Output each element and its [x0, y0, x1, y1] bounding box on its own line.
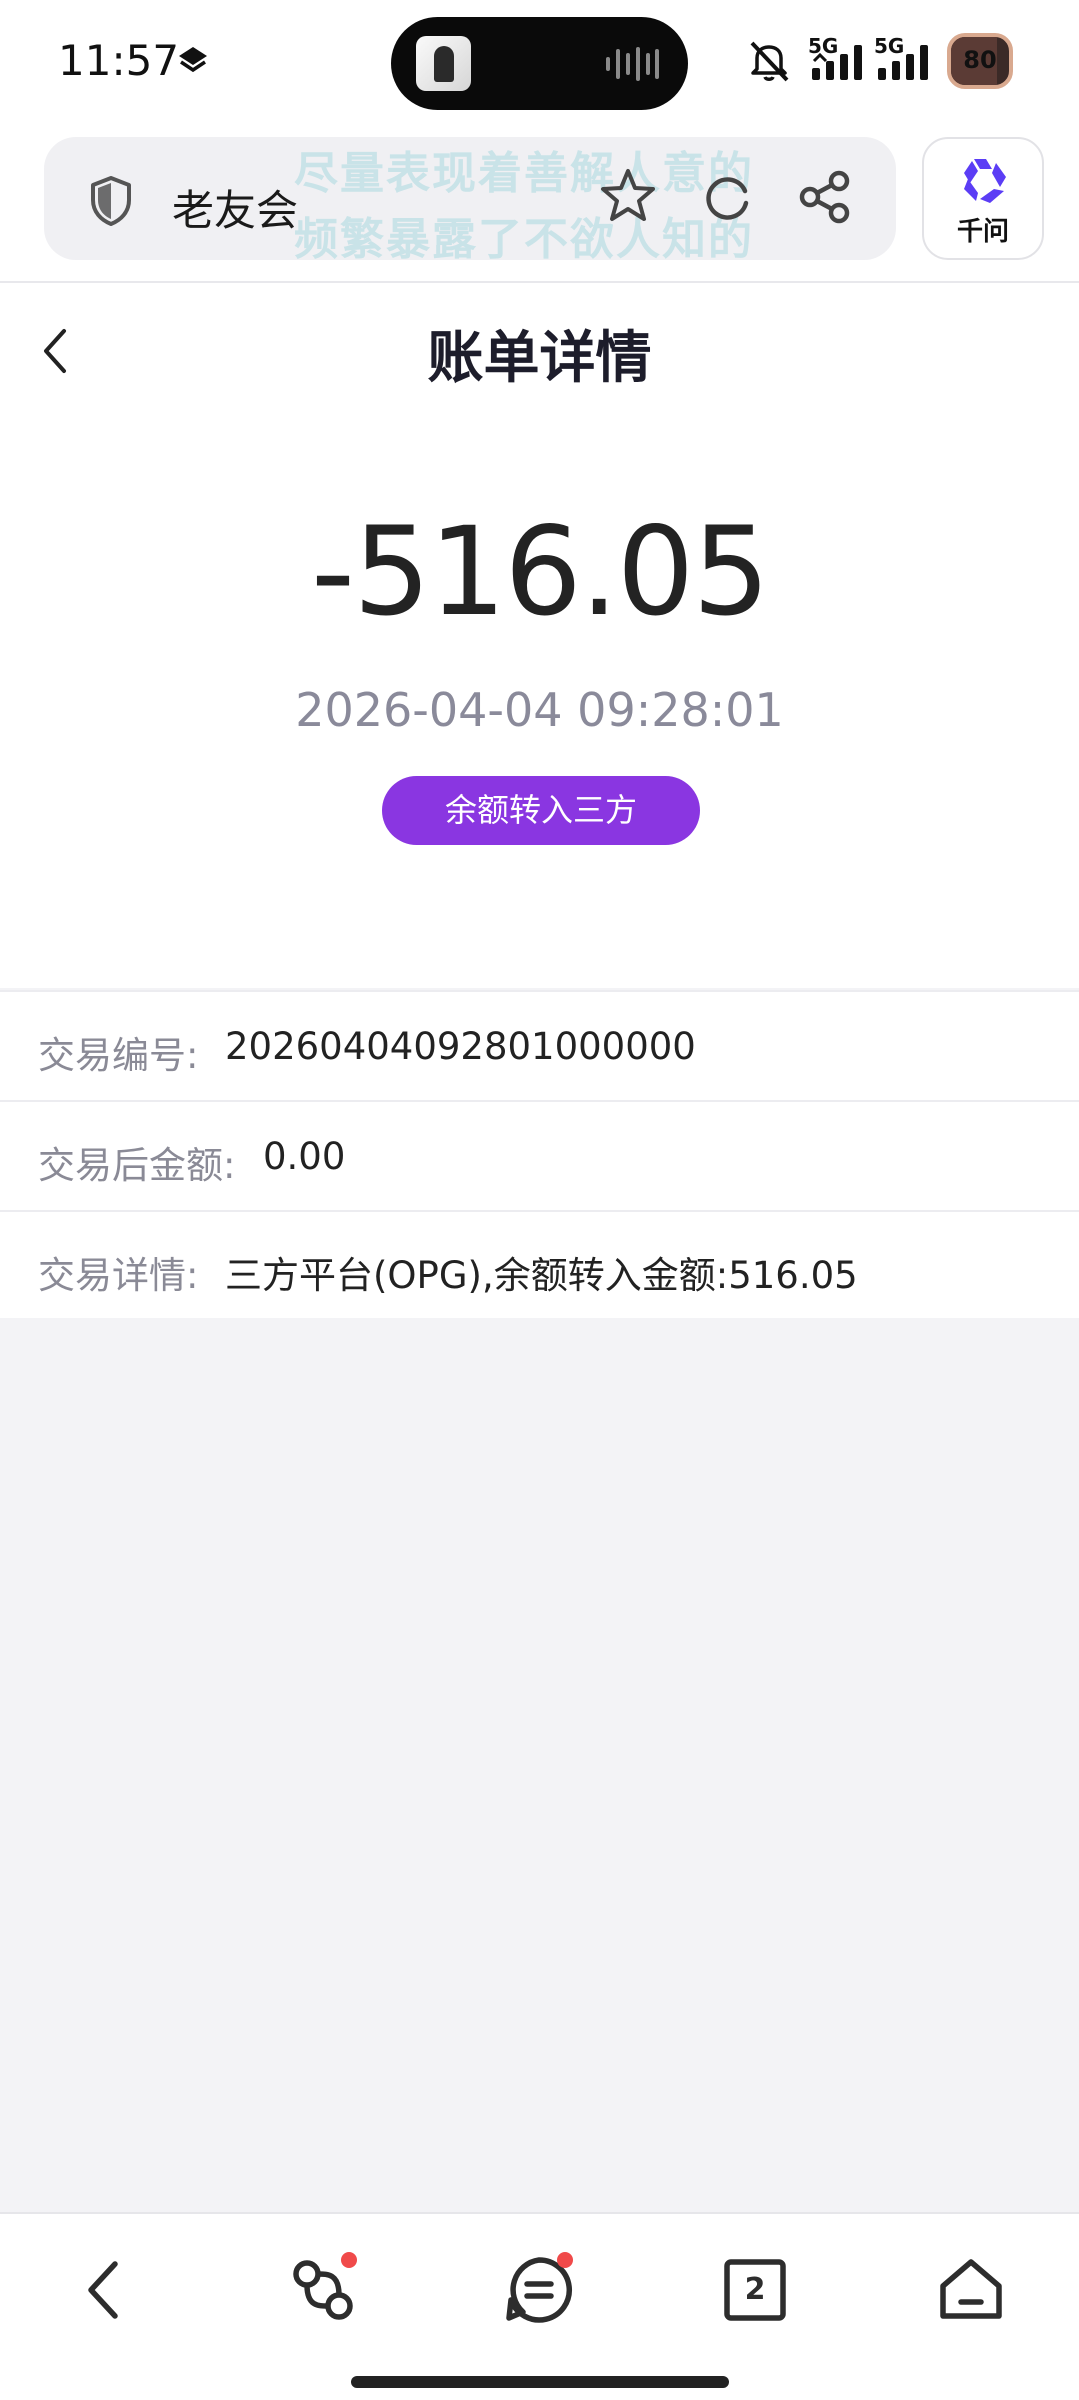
app-screen: 11:57 5G 5G 80 老友会 尽量表现着善解人意的 频繁暴露了不欲人知的… [0, 0, 1079, 2400]
nav-tabs-button[interactable]: 2 [715, 2250, 795, 2330]
mute-bell-icon [750, 41, 789, 82]
page-header: 账单详情 [0, 283, 1079, 413]
reload-icon[interactable] [699, 169, 755, 225]
transaction-type-badge: 余额转入三方 [382, 776, 700, 845]
battery-level: 80 [963, 46, 997, 74]
detail-value: 0.00 [263, 1135, 346, 1178]
transaction-details: 交易编号: 20260404092801000000 交易后金额: 0.00 交… [0, 990, 1079, 1318]
nav-back-button[interactable] [67, 2250, 147, 2330]
status-time: 11:57 [58, 36, 180, 85]
detail-label: 交易编号: [38, 1034, 199, 1077]
home-icon [940, 2259, 1002, 2319]
detail-row-balance-after: 交易后金额: 0.00 [0, 1100, 1079, 1210]
detail-value: 三方平台(OPG),余额转入金额:516.05 [225, 1254, 858, 1297]
notification-dot [557, 2252, 573, 2268]
watermark-line-1: 尽量表现着善解人意的 [294, 148, 754, 199]
audio-wave-icon [606, 47, 659, 81]
shield-icon[interactable] [89, 175, 133, 227]
dynamic-island[interactable] [391, 17, 688, 110]
media-thumbnail [416, 36, 471, 91]
detail-label: 交易后金额: [38, 1144, 236, 1187]
signal-sim2-icon: 5G [874, 34, 944, 82]
nav-menu-button[interactable] [499, 2250, 579, 2330]
notification-dot [341, 2252, 357, 2268]
nav-discover-button[interactable] [283, 2250, 363, 2330]
share-icon[interactable] [797, 169, 853, 225]
signal-sim1-icon: 5G [808, 34, 878, 82]
transaction-datetime: 2026-04-04 09:28:01 [295, 683, 784, 737]
detail-value: 20260404092801000000 [225, 1025, 696, 1068]
layers-icon [179, 47, 207, 73]
address-bar[interactable]: 老友会 尽量表现着善解人意的 频繁暴露了不欲人知的 [44, 137, 896, 265]
back-icon [88, 2261, 118, 2319]
status-bar: 11:57 5G 5G 80 [0, 0, 1079, 125]
page-title: 账单详情 [427, 326, 652, 391]
detail-row-transaction-detail: 交易详情: 三方平台(OPG),余额转入金额:516.05 [0, 1210, 1079, 1318]
tab-count: 2 [744, 2272, 766, 2307]
watermark-line-2: 频繁暴露了不欲人知的 [294, 214, 754, 265]
battery-icon: 80 [947, 33, 1013, 89]
nav-home-button[interactable] [931, 2250, 1011, 2330]
bill-summary: -516.05 2026-04-04 09:28:01 余额转入三方 [0, 413, 1079, 988]
bookmark-star-icon[interactable] [596, 165, 660, 229]
ai-assistant-label: 千问 [956, 217, 1009, 247]
browser-bottom-nav: 2 [0, 2212, 1079, 2400]
transaction-amount: -516.05 [311, 501, 770, 643]
detail-row-transaction-id: 交易编号: 20260404092801000000 [0, 990, 1079, 1100]
watermark-text: 尽量表现着善解人意的 频繁暴露了不欲人知的 [294, 141, 754, 273]
ai-assistant-icon [964, 159, 1006, 203]
home-indicator[interactable] [351, 2376, 729, 2388]
browser-toolbar: 老友会 尽量表现着善解人意的 频繁暴露了不欲人知的 千问 [0, 125, 1079, 283]
site-name: 老友会 [172, 186, 299, 235]
ai-assistant-button[interactable]: 千问 [922, 137, 1044, 260]
detail-label: 交易详情: [38, 1254, 199, 1297]
